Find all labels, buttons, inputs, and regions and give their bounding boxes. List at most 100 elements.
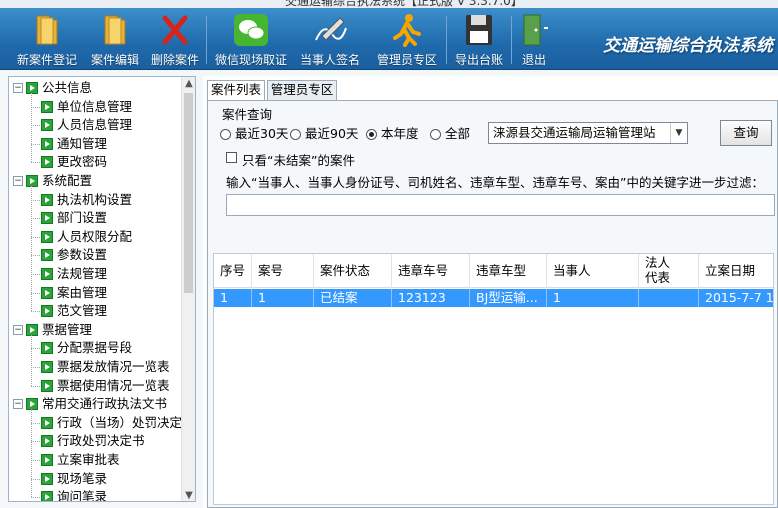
green-arrow-icon <box>26 323 38 336</box>
tree-connector <box>31 497 40 499</box>
wechat-evidence-button[interactable]: 微信现场取证 <box>210 8 292 70</box>
edit-case-button[interactable]: 案件编辑 <box>86 8 144 70</box>
tree-connector <box>31 367 40 368</box>
tree-connector <box>31 409 32 498</box>
tree-connector <box>31 422 40 424</box>
tree-item-label: 行政（当场）处罚决定 <box>57 414 183 430</box>
running-person-icon <box>393 14 421 47</box>
tree-connector <box>31 162 40 164</box>
tree-item-label: 部门设置 <box>57 210 108 226</box>
app-brand-title: 交通运输综合执法系统 <box>603 36 773 56</box>
tree-connector <box>31 93 32 163</box>
table-cell <box>639 289 699 307</box>
party-signature-button[interactable]: 当事人签名 <box>297 8 363 70</box>
green-arrow-icon <box>41 416 53 429</box>
column-header[interactable]: 序号 <box>214 254 252 288</box>
tree-item-label: 案由管理 <box>57 284 108 300</box>
collapse-toggle-icon[interactable]: − <box>13 399 23 410</box>
tree-item-label: 更改密码 <box>57 154 108 170</box>
collapse-toggle-icon[interactable]: − <box>13 324 23 335</box>
tree-scrollbar[interactable]: ▲ ▼ <box>181 77 195 501</box>
table-cell: 123123 <box>392 289 470 307</box>
tree-item-label: 范文管理 <box>57 303 108 319</box>
toolbar-separator <box>446 16 447 64</box>
tree-connector <box>31 143 40 145</box>
toolbar-separator <box>511 16 512 64</box>
table-cell: 2015-7-7 11 <box>705 290 774 305</box>
tree-connector <box>31 385 40 387</box>
tree-connector <box>31 292 40 294</box>
tree-item-label: 参数设置 <box>57 247 108 263</box>
red-x-icon <box>162 15 188 45</box>
green-arrow-icon <box>41 230 53 243</box>
navigation-tree: − 公共信息 单位信息管理 人员信息管理 通知管理 更改密码 − 系统配置 执法机构设置 部门设置… <box>8 76 196 502</box>
admin-area-button[interactable]: 管理员专区 <box>371 8 443 70</box>
tree-item-label: 询问笔录 <box>57 489 108 502</box>
tree-item-label: 人员权限分配 <box>57 228 133 244</box>
collapse-toggle-icon[interactable]: − <box>13 176 23 186</box>
tree-item-label: 立案审批表 <box>57 452 120 467</box>
tree-item-label: 行政处罚决定书 <box>57 433 145 449</box>
case-grid: 序号 案号 案件状态 违章车号 违章车型 当事人 法人 代表 立案日期 1 1 … <box>213 253 774 505</box>
radio-dot <box>290 129 301 140</box>
tree-connector <box>31 311 40 313</box>
column-header[interactable]: 案件状态 <box>314 254 392 288</box>
tree-item-label: 现场笔录 <box>57 470 108 486</box>
green-arrow-icon <box>41 137 53 150</box>
case-list-tab-body: 案件查询 最近30天 最近90天 本年度 全部 涞源县交通运输局运输管理站 ▼ … <box>207 100 778 508</box>
table-cell: 已结案 <box>314 289 392 307</box>
radio-dot <box>220 129 231 140</box>
query-button[interactable]: 查询 <box>720 120 772 146</box>
green-arrow-icon <box>41 305 53 318</box>
tree-connector <box>31 334 32 386</box>
case-query-group: 案件查询 最近30天 最近90天 本年度 全部 涞源县交通运输局运输管理站 ▼ … <box>214 104 775 216</box>
delete-case-button[interactable]: 删除案件 <box>147 8 203 70</box>
toolbar-separator <box>206 16 207 64</box>
table-row[interactable]: 1 1 已结案 123123 BJ型运输... 1 2015-7-7 11 <box>214 289 774 307</box>
column-header[interactable]: 法人 代表 <box>639 254 699 288</box>
green-arrow-icon <box>41 435 53 448</box>
column-header[interactable]: 违章车型 <box>470 254 547 288</box>
column-header[interactable]: 当事人 <box>547 254 639 288</box>
window-title-bar: 交通运输综合执法系统【正式版 V 3.3.7.0】 <box>0 0 778 8</box>
filter-hint: 输入“当事人、当事人身份证号、司机姓名、违章车型、违章车号、案由”中的关键字进一… <box>226 175 764 190</box>
tree-connector <box>31 218 40 220</box>
main-toolbar: 新案件登记 案件编辑 删除案件 微信现场取证 当事人签名 管理员专区 导出台账 … <box>0 8 778 70</box>
tree-item-label: 通知管理 <box>57 135 108 151</box>
collapse-toggle-icon[interactable]: − <box>13 83 23 93</box>
green-arrow-icon <box>41 212 53 225</box>
signature-pen-icon <box>315 17 347 41</box>
table-cell: 1 <box>252 289 314 307</box>
floppy-disk-icon <box>466 15 492 45</box>
folder-icon <box>36 15 58 45</box>
scroll-down-icon[interactable]: ▼ <box>182 489 195 501</box>
column-header[interactable]: 案号 <box>252 254 314 288</box>
tree-item-label: 法规管理 <box>57 266 108 281</box>
green-arrow-icon <box>41 193 53 206</box>
scroll-up-icon[interactable]: ▲ <box>182 77 195 91</box>
keyword-filter-input[interactable] <box>226 194 775 216</box>
green-arrow-icon <box>26 82 38 94</box>
tab-admin-area[interactable]: 管理员专区 <box>267 80 337 100</box>
tree-connector <box>31 274 40 275</box>
checkbox-box <box>226 152 237 163</box>
chevron-down-icon[interactable]: ▼ <box>670 123 687 143</box>
org-select[interactable]: 涞源县交通运输局运输管理站 ▼ <box>488 122 688 144</box>
new-case-button[interactable]: 新案件登记 <box>14 8 80 70</box>
tree-connector <box>31 106 40 108</box>
tree-connector <box>31 441 40 443</box>
scroll-thumb[interactable] <box>184 93 193 293</box>
tab-case-list[interactable]: 案件列表 <box>207 80 265 101</box>
green-arrow-icon <box>41 100 53 113</box>
green-arrow-icon <box>41 472 53 485</box>
tree-connector <box>31 348 40 350</box>
case-query-legend: 案件查询 <box>220 104 275 123</box>
folder-icon <box>104 15 126 45</box>
wechat-icon <box>234 14 268 46</box>
exit-button[interactable]: 退出 <box>514 8 554 70</box>
tree-item-label: 票据发放情况一览表 <box>57 359 170 374</box>
export-ledger-button[interactable]: 导出台账 <box>451 8 507 70</box>
tree-content: − 公共信息 单位信息管理 人员信息管理 通知管理 更改密码 − 系统配置 执法机构设置 部门设置… <box>9 77 183 502</box>
column-header[interactable]: 立案日期 <box>699 254 773 288</box>
column-header[interactable]: 违章车号 <box>392 254 470 288</box>
